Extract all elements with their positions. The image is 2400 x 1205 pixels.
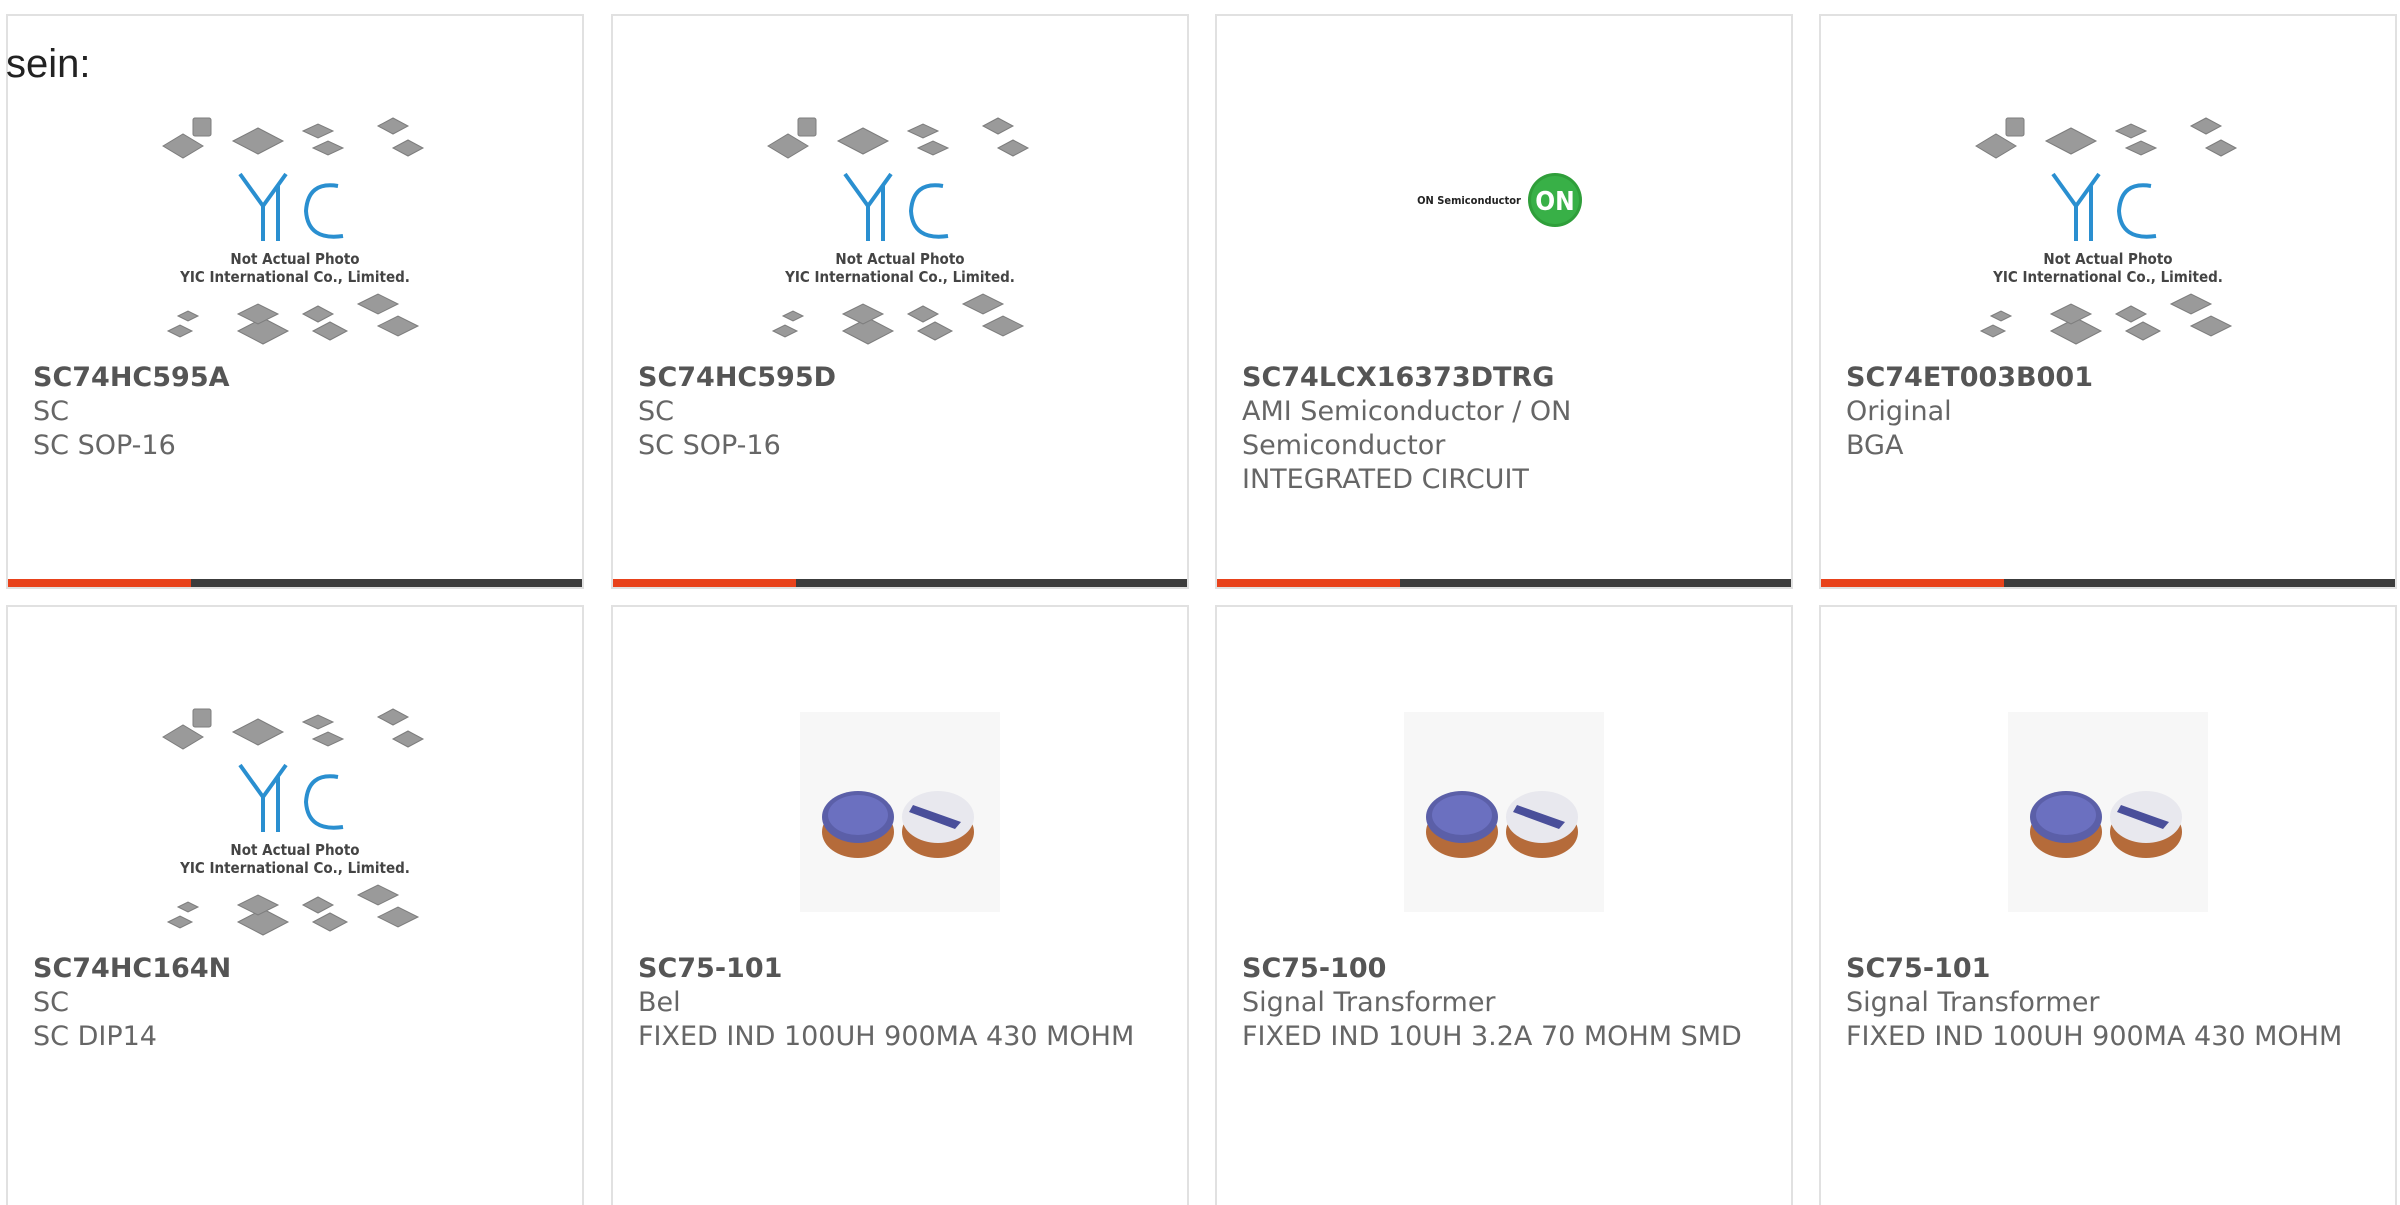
card-bar-accent [1821, 579, 2004, 587]
product-card[interactable]: SC75-101 Signal Transformer FIXED IND 10… [1819, 605, 2397, 1205]
manufacturer: Signal Transformer [1242, 987, 1496, 1018]
product-card[interactable]: SC75-100 Signal Transformer FIXED IND 10… [1215, 605, 1793, 1205]
placeholder-line2: YIC International Co., Limited. [1992, 268, 2223, 286]
product-card[interactable]: ON Semiconductor ON SC74LCX16373DTRG AMI… [1215, 14, 1793, 589]
product-grid: Not Actual Photo YIC International Co., … [0, 0, 2400, 1205]
placeholder-line1: Not Actual Photo [230, 250, 359, 268]
on-semi-text: ON Semiconductor [1417, 194, 1521, 207]
manufacturer: Original [1846, 396, 1952, 427]
card-bar [8, 579, 582, 587]
part-number-link[interactable]: SC75-101 [1846, 952, 2375, 986]
card-bar-accent [613, 579, 796, 587]
card-bar [613, 579, 1187, 587]
manufacturer: SC [33, 987, 69, 1018]
product-card[interactable]: SC75-101 Bel FIXED IND 100UH 900MA 430 M… [611, 605, 1189, 1205]
product-card[interactable]: Not Actual Photo YIC International Co., … [6, 605, 584, 1205]
part-number-link[interactable]: SC74HC595D [638, 361, 1167, 395]
placeholder-line1: Not Actual Photo [835, 250, 964, 268]
card-bar [1217, 579, 1791, 587]
description: FIXED IND 100UH 900MA 430 MOHM [638, 1021, 1135, 1052]
description: INTEGRATED CIRCUIT [1242, 464, 1529, 495]
on-semiconductor-logo[interactable]: ON Semiconductor ON [1217, 86, 1791, 356]
description: BGA [1846, 430, 1904, 461]
prefix-text: sein: [6, 42, 91, 86]
placeholder-line2: YIC International Co., Limited. [179, 859, 410, 877]
placeholder-line2: YIC International Co., Limited. [784, 268, 1015, 286]
product-image-placeholder[interactable]: Not Actual Photo YIC International Co., … [8, 86, 582, 356]
part-number-link[interactable]: SC74LCX16373DTRG [1242, 361, 1771, 395]
placeholder-line2: YIC International Co., Limited. [179, 268, 410, 286]
product-image-placeholder[interactable]: Not Actual Photo YIC International Co., … [1821, 86, 2395, 356]
product-card[interactable]: Not Actual Photo YIC International Co., … [6, 14, 584, 589]
product-card[interactable]: Not Actual Photo YIC International Co., … [611, 14, 1189, 589]
part-number-link[interactable]: SC74HC595A [33, 361, 562, 395]
description: FIXED IND 100UH 900MA 430 MOHM [1846, 1021, 2343, 1052]
inductor-photo[interactable] [1217, 677, 1791, 947]
inductor-photo[interactable] [613, 677, 1187, 947]
part-number-link[interactable]: SC74ET003B001 [1846, 361, 2375, 395]
product-image-placeholder[interactable]: Not Actual Photo YIC International Co., … [8, 677, 582, 947]
part-number-link[interactable]: SC75-101 [638, 952, 1167, 986]
placeholder-line1: Not Actual Photo [230, 841, 359, 859]
card-bar-accent [8, 579, 191, 587]
card-bar [1821, 579, 2395, 587]
part-number-link[interactable]: SC75-100 [1242, 952, 1771, 986]
description: SC SOP-16 [638, 430, 781, 461]
on-badge-icon: ON [1535, 187, 1574, 217]
description: FIXED IND 10UH 3.2A 70 MOHM SMD [1242, 1021, 1742, 1052]
manufacturer: Bel [638, 987, 681, 1018]
description: SC DIP14 [33, 1021, 157, 1052]
product-image-placeholder[interactable]: Not Actual Photo YIC International Co., … [613, 86, 1187, 356]
placeholder-line1: Not Actual Photo [2043, 250, 2172, 268]
manufacturer: SC [638, 396, 674, 427]
description: SC SOP-16 [33, 430, 176, 461]
card-bar-accent [1217, 579, 1400, 587]
part-number-link[interactable]: SC74HC164N [33, 952, 562, 986]
manufacturer: SC [33, 396, 69, 427]
product-card[interactable]: Not Actual Photo YIC International Co., … [1819, 14, 2397, 589]
manufacturer: AMI Semiconductor / ON Semiconductor [1242, 396, 1572, 461]
manufacturer: Signal Transformer [1846, 987, 2100, 1018]
inductor-photo[interactable] [1821, 677, 2395, 947]
